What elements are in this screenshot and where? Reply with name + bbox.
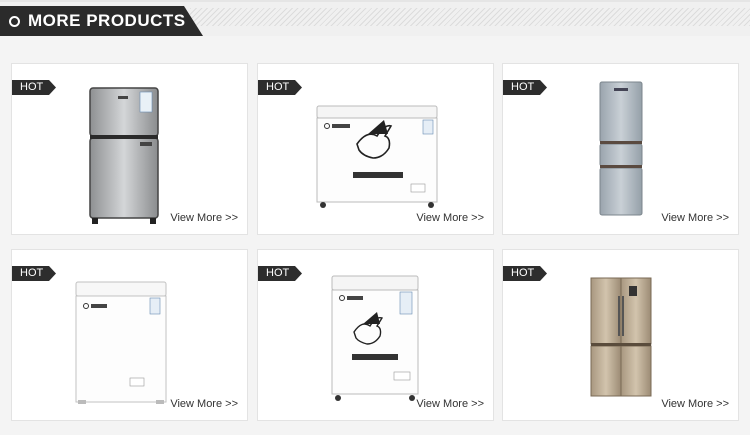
section-title: MORE PRODUCTS — [28, 11, 186, 30]
hot-badge: HOT — [258, 80, 302, 95]
header-stripe-decoration — [190, 8, 750, 26]
hot-badge: HOT — [503, 266, 547, 281]
view-more-link[interactable]: View More >> — [416, 398, 484, 410]
product-card[interactable]: HOT View More >> — [502, 249, 739, 421]
product-card[interactable]: HOT View More >> — [257, 63, 494, 235]
section-title-tab: MORE PRODUCTS — [0, 6, 203, 36]
chest-freezer-image[interactable] — [330, 274, 420, 404]
four-door-fridge-image[interactable] — [589, 276, 653, 400]
view-more-link[interactable]: View More >> — [661, 398, 729, 410]
product-card[interactable]: HOT View More >> — [11, 63, 248, 235]
hot-badge: HOT — [12, 266, 56, 281]
view-more-link[interactable]: View More >> — [170, 212, 238, 224]
product-card[interactable]: HOT View More >> — [257, 249, 494, 421]
hot-badge: HOT — [503, 80, 547, 95]
hot-badge: HOT — [258, 266, 302, 281]
product-card[interactable]: HOT View More >> — [502, 63, 739, 235]
double-door-fridge-image[interactable] — [88, 86, 160, 226]
circle-icon — [9, 15, 20, 27]
chest-freezer-image[interactable] — [313, 104, 441, 210]
view-more-link[interactable]: View More >> — [416, 212, 484, 224]
hot-badge: HOT — [12, 80, 56, 95]
view-more-link[interactable]: View More >> — [661, 212, 729, 224]
section-header: MORE PRODUCTS — [0, 0, 750, 36]
three-door-fridge-image[interactable] — [598, 80, 644, 218]
header-top-line — [0, 0, 750, 2]
view-more-link[interactable]: View More >> — [170, 398, 238, 410]
product-card[interactable]: HOT View More >> — [11, 249, 248, 421]
chest-freezer-image[interactable] — [74, 280, 168, 406]
